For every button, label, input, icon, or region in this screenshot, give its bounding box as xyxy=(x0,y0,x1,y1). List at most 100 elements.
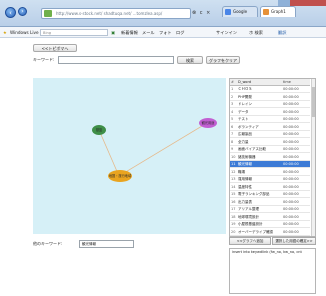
table-cell: 観光情報 xyxy=(238,162,252,166)
table-cell: 温度特性 xyxy=(238,184,252,189)
table-cell: 5 xyxy=(231,117,234,121)
graph-canvas[interactable]: 基盤 観光用途 地図・旅行地域 xyxy=(33,78,226,234)
scrollbar-thumb[interactable] xyxy=(312,87,315,117)
table-row[interactable]: 4 データ 00:00:00 xyxy=(230,109,310,116)
tab-graph[interactable]: Graph1 xyxy=(260,6,296,17)
table-cell: 画面バイアス比較 xyxy=(238,147,266,151)
table-row[interactable]: 13 運用情報 00:00:00 xyxy=(230,176,310,183)
table-cell: ＣＨＯＳ xyxy=(238,87,252,91)
table-row[interactable]: 7 広報製品 00:00:00 xyxy=(230,131,310,138)
close-window-button[interactable] xyxy=(290,0,326,6)
table-cell: 00:00:00 xyxy=(283,207,299,211)
tab-google[interactable]: Google xyxy=(222,6,258,17)
table-cell: 6 xyxy=(231,124,234,129)
table-cell: 00:00:00 xyxy=(283,117,299,121)
table-cell: 地球環境設計 xyxy=(238,214,259,219)
column-header[interactable]: # xyxy=(231,79,236,85)
table-row[interactable]: 10 諸技術機器 00:00:00 xyxy=(230,154,310,161)
table-cell: 20 xyxy=(231,229,236,234)
table-cell: 運用情報 xyxy=(238,177,252,181)
table-row[interactable]: 2 PHP開発 00:00:00 xyxy=(230,94,310,101)
table-cell: 00:00:00 xyxy=(283,147,299,151)
search-go-icon[interactable]: ▣ xyxy=(111,27,115,38)
table-cell: 10 xyxy=(231,154,236,159)
translate-link[interactable]: 翻訳 xyxy=(278,27,286,38)
table-cell: 出力量表 xyxy=(238,199,252,204)
toolbar-search[interactable]: ホ 検索 xyxy=(249,27,263,38)
table-row[interactable]: 14 温度特性 00:00:00 xyxy=(230,184,310,191)
table-cell: 3 xyxy=(231,102,234,106)
graph-node[interactable]: 地図・旅行地域 xyxy=(108,170,132,182)
table-header: # D_word time xyxy=(230,79,310,86)
table-cell: 00:00:00 xyxy=(283,109,299,114)
table-row[interactable]: 8 全力量 00:00:00 xyxy=(230,139,310,146)
table-cell: 16 xyxy=(231,199,236,204)
back-icon[interactable]: ‹ xyxy=(5,7,16,18)
clear-graph-button[interactable]: グラフをクリア xyxy=(206,56,240,64)
table-cell: 00:00:00 xyxy=(283,222,299,226)
table-row[interactable]: 5 テスト 00:00:00 xyxy=(230,116,310,123)
table-cell: 広報製品 xyxy=(238,132,252,136)
table-row[interactable]: 19 小屋根基盤設計 00:00:00 xyxy=(230,221,310,228)
column-header[interactable]: time xyxy=(283,79,309,85)
address-bar[interactable]: http://www.s-stock.net/ shadtuqa.net/ ..… xyxy=(41,8,191,19)
table-cell: 00:00:00 xyxy=(283,192,299,196)
table-row[interactable]: 18 地球環境設計 00:00:00 xyxy=(230,214,310,221)
graph-node[interactable]: 基盤 xyxy=(92,125,106,135)
table-cell: 15 xyxy=(231,192,236,196)
table-row[interactable]: 9 画面バイアス比較 00:00:00 xyxy=(230,146,310,153)
sql-textarea[interactable]: insert into keywdlink (fw_no, kw_no, cnt xyxy=(229,248,316,294)
menu-mail[interactable]: メール xyxy=(142,27,155,38)
address-controls[interactable]: ⊗ c × xyxy=(192,8,222,19)
search-button[interactable]: 検索 xyxy=(177,56,203,64)
table-cell: 18 xyxy=(231,214,236,219)
graph-edges xyxy=(98,122,208,177)
table-cell: 8 xyxy=(231,139,234,144)
table-row[interactable]: 12 職場 00:00:00 xyxy=(230,169,310,176)
table-cell: 00:00:00 xyxy=(283,184,299,189)
confirm-selected-button[interactable]: 選択した用語の確定>> xyxy=(272,237,316,245)
windows-live-link[interactable]: Windows Live xyxy=(10,27,39,38)
tab-label: Google xyxy=(233,9,248,14)
table-row[interactable]: 6 ボランティア 00:00:00 xyxy=(230,124,310,131)
table-cell: 7 xyxy=(231,132,234,136)
tab-label: Graph1 xyxy=(271,9,286,14)
other-keyword-label: 他のキーワード: xyxy=(33,241,63,246)
add-to-graph-button[interactable]: <<グラフへ追加 xyxy=(229,237,271,245)
table-cell: 00:00:00 xyxy=(283,132,299,136)
table-cell: 00:00:00 xyxy=(283,169,299,174)
table-cell: 00:00:00 xyxy=(283,102,299,106)
other-keyword-input[interactable]: 観光情報 xyxy=(79,240,134,248)
table-cell: 17 xyxy=(231,207,236,211)
menu-news[interactable]: 新着情報 xyxy=(121,27,138,38)
menu-log[interactable]: ログ xyxy=(176,27,184,38)
table-cell: 1 xyxy=(231,87,234,91)
table-row[interactable]: 3 ドレイン 00:00:00 xyxy=(230,101,310,108)
graph-node[interactable]: 観光用途 xyxy=(199,118,217,128)
keyword-input[interactable] xyxy=(58,56,174,64)
forward-icon[interactable]: › xyxy=(18,7,27,16)
back-to-top-button[interactable]: <<トピボマへ xyxy=(33,44,77,52)
table-cell: 00:00:00 xyxy=(283,162,299,166)
table-cell: 4 xyxy=(231,109,234,114)
table-cell: テスト xyxy=(238,117,249,121)
menu-photo[interactable]: フォト xyxy=(159,27,172,38)
star-icon[interactable]: ★ xyxy=(3,27,7,38)
column-header[interactable]: D_word xyxy=(238,79,281,85)
signin-link[interactable]: サインイン xyxy=(216,27,237,38)
table-row[interactable]: 1 ＣＨＯＳ 00:00:00 xyxy=(230,86,310,93)
table-row[interactable]: 15 電子ランキング部品 00:00:00 xyxy=(230,191,310,198)
bing-search-input[interactable]: Bing xyxy=(40,29,108,36)
table-cell: 職場 xyxy=(238,169,245,174)
table-cell: 12 xyxy=(231,169,236,174)
table-row[interactable]: 16 出力量表 00:00:00 xyxy=(230,199,310,206)
table-row[interactable]: 20 オーバーデライブ確認 00:00:00 xyxy=(230,229,310,236)
table-cell: 00:00:00 xyxy=(283,94,299,99)
table-row[interactable]: 11 観光情報 00:00:00 xyxy=(230,161,310,168)
table-row[interactable]: 17 アリアル整理 00:00:00 xyxy=(230,206,310,213)
maximize-button[interactable] xyxy=(278,0,290,6)
table-cell: ボランティア xyxy=(238,124,259,129)
table-cell: 00:00:00 xyxy=(283,139,299,144)
site-icon xyxy=(44,10,52,17)
page-icon xyxy=(263,9,269,15)
